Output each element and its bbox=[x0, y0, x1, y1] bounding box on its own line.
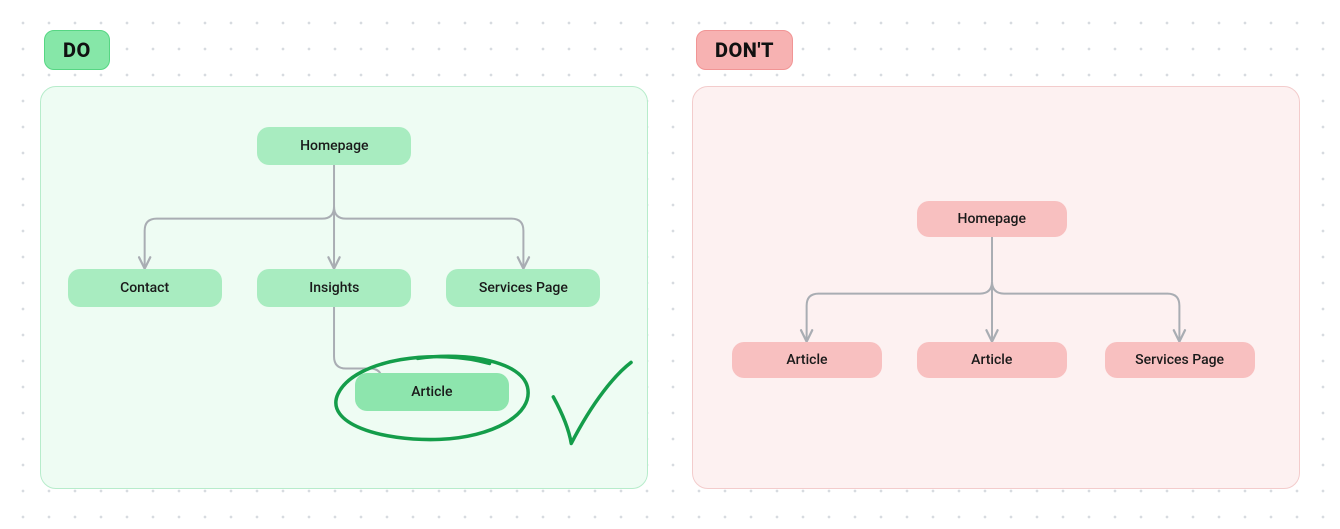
do-badge: DO bbox=[44, 30, 110, 70]
dont-connectors bbox=[693, 87, 1299, 488]
node-homepage: Homepage bbox=[917, 201, 1067, 237]
node-article: Article bbox=[355, 373, 509, 411]
node-contact: Contact bbox=[68, 269, 222, 307]
node-services: Services Page bbox=[1105, 342, 1255, 378]
node-services: Services Page bbox=[446, 269, 600, 307]
dont-badge: DON'T bbox=[696, 30, 793, 70]
node-insights: Insights bbox=[257, 269, 411, 307]
node-article-2: Article bbox=[917, 342, 1067, 378]
dont-panel: Homepage Article Article Services Page bbox=[692, 86, 1300, 489]
node-homepage: Homepage bbox=[257, 127, 411, 165]
do-panel: Homepage Contact Insights Services Page … bbox=[40, 86, 648, 489]
node-article-1: Article bbox=[732, 342, 882, 378]
dont-column: DON'T Homepage bbox=[692, 30, 1300, 489]
do-column: DO bbox=[40, 30, 648, 489]
